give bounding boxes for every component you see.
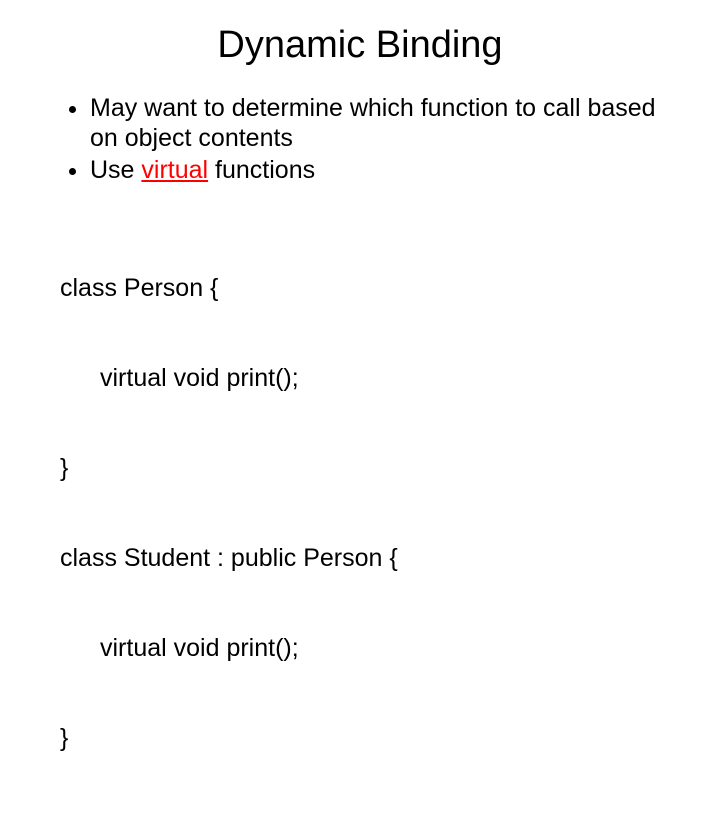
bullet-2-prefix: Use — [90, 156, 141, 184]
bullet-item-2: Use virtual functions — [90, 155, 660, 185]
code-line-6: } — [60, 723, 660, 753]
code-line-4: class Student : public Person { — [60, 543, 660, 573]
slide-title: Dynamic Binding — [60, 24, 660, 67]
code-line-3: } — [60, 453, 660, 483]
code-line-2: virtual void print(); — [60, 363, 660, 393]
bullet-item-1: May want to determine which function to … — [90, 93, 660, 153]
bullet-list: May want to determine which function to … — [60, 93, 660, 185]
code-line-5: virtual void print(); — [60, 633, 660, 663]
code-line-1: class Person { — [60, 273, 660, 303]
bullet-2-suffix: functions — [208, 156, 315, 184]
slide: Dynamic Binding May want to determine wh… — [0, 0, 720, 540]
code-block: class Person { virtual void print(); } c… — [60, 213, 660, 813]
virtual-keyword: virtual — [141, 156, 208, 184]
